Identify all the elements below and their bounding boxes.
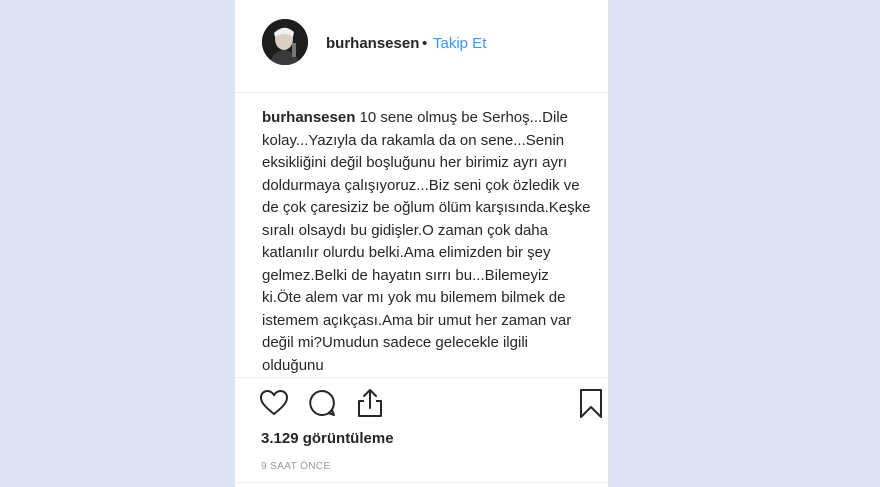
bookmark-icon[interactable] xyxy=(579,388,603,420)
action-bar xyxy=(235,377,608,430)
heart-icon[interactable] xyxy=(259,388,289,418)
post-card: burhansesen • Takip Et burhansesen 10 se… xyxy=(234,0,609,487)
separator-dot: • xyxy=(422,35,428,52)
caption-username[interactable]: burhansesen xyxy=(262,109,355,126)
post-caption: burhansesen 10 sene olmuş be Serhoş...Di… xyxy=(262,107,592,377)
share-icon[interactable] xyxy=(355,387,385,419)
view-count[interactable]: 3.129 görüntüleme xyxy=(261,430,394,447)
post-header: burhansesen • Takip Et xyxy=(235,0,608,93)
avatar[interactable] xyxy=(262,19,308,65)
timestamp[interactable]: 9 SAAT ÖNCE xyxy=(261,461,331,472)
comment-icon[interactable] xyxy=(307,388,337,418)
caption-text: 10 sene olmuş be Serhoş...Dile kolay...Y… xyxy=(262,109,591,374)
post-username[interactable]: burhansesen xyxy=(326,35,419,52)
divider xyxy=(235,482,608,483)
follow-button[interactable]: Takip Et xyxy=(433,35,486,52)
